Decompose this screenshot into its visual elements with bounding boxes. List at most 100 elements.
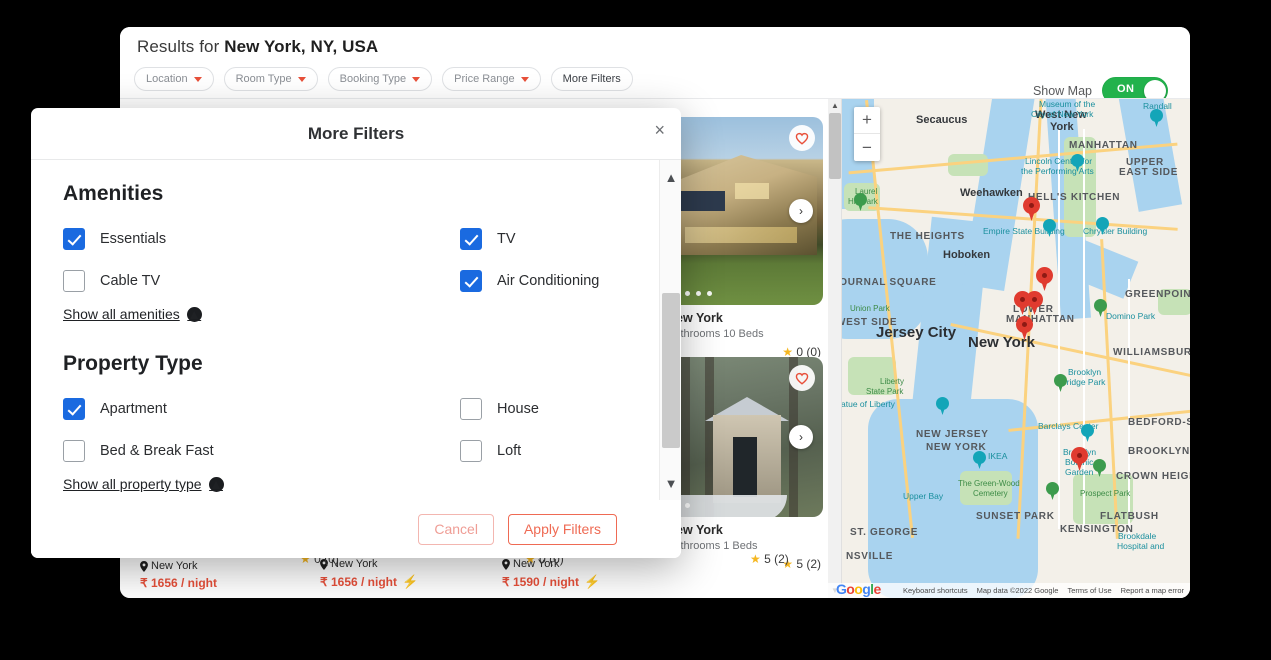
filter-chip-price-range[interactable]: Price Range	[442, 67, 541, 91]
map-listing-pin[interactable]	[1016, 316, 1033, 340]
listing-info: New York Bathrooms 1 Beds ★ 5 (2)	[665, 517, 823, 571]
filter-chip-location[interactable]: Location	[134, 67, 214, 91]
show-all-amenities-link[interactable]: Show all amenities ▲	[63, 306, 202, 322]
map-label: Hoboken	[943, 249, 991, 261]
property-type-heading: Property Type	[63, 352, 203, 375]
amenity-option-essentials[interactable]: Essentials	[63, 228, 460, 250]
map-listing-pin[interactable]	[1026, 291, 1043, 315]
map-label: ST. GEORGE	[850, 527, 919, 538]
map-label: BROOKLYN	[1128, 446, 1190, 457]
favorite-heart-icon[interactable]	[789, 125, 815, 151]
map-listing-pin[interactable]	[1036, 267, 1053, 291]
listing-meta: Bathrooms 10 Beds	[667, 328, 764, 340]
listing-card[interactable]: › New York Bathrooms 10 Beds ★ 0 (0)	[665, 117, 823, 359]
amenity-option-air-conditioning[interactable]: Air Conditioning	[460, 270, 651, 292]
checkbox-tv[interactable]	[460, 228, 482, 250]
next-photo-icon[interactable]: ›	[789, 425, 813, 449]
amenity-option-cable-tv[interactable]: Cable TV	[63, 270, 460, 292]
show-all-property-type-link[interactable]: Show all property type ▲	[63, 476, 224, 492]
favorite-heart-icon[interactable]	[789, 365, 815, 391]
show-all-amenities-label: Show all amenities	[63, 306, 180, 322]
map-poi-pin[interactable]	[1071, 154, 1084, 172]
map-label: Liberty	[880, 377, 905, 386]
property-type-options: Apartment House Bed & Break Fast Loft	[63, 398, 651, 462]
filter-chip-room-type[interactable]: Room Type	[223, 67, 318, 91]
terms-of-use-link[interactable]: Terms of Use	[1067, 586, 1111, 595]
map-attribution-bar: Google Keyboard shortcuts Map data ©2022…	[828, 581, 1190, 598]
star-icon: ★	[750, 552, 761, 566]
show-all-property-type-label: Show all property type	[63, 476, 202, 492]
listing-title: New York	[667, 311, 723, 325]
checkbox-loft[interactable]	[460, 440, 482, 462]
map-label: BEDFORD-STUYVES	[1128, 417, 1190, 428]
chevron-down-icon	[193, 76, 202, 82]
map-label: City of New York	[1031, 109, 1094, 119]
map-poi-pin[interactable]	[1046, 482, 1059, 500]
map-poi-pin[interactable]	[854, 193, 867, 211]
map-label: NSVILLE	[846, 551, 894, 562]
scrollbar-thumb[interactable]	[829, 113, 841, 179]
next-photo-icon[interactable]: ›	[789, 199, 813, 223]
map-poi-pin[interactable]	[973, 451, 986, 469]
map-scrollbar[interactable]: ▲ ▼	[828, 99, 842, 598]
checkbox-bed-and-breakfast[interactable]	[63, 440, 85, 462]
map-poi-pin[interactable]	[1093, 459, 1106, 477]
map-listing-pin[interactable]	[1023, 197, 1040, 221]
results-prefix: Results for	[137, 37, 220, 56]
property-option-loft[interactable]: Loft	[460, 440, 651, 462]
filter-chip-more-filters[interactable]: More Filters	[550, 67, 633, 91]
map-poi-pin[interactable]	[1150, 109, 1163, 127]
listing-card[interactable]: › New York Bathrooms 1 Beds ★ 5 (2)	[665, 357, 823, 571]
map-label: Domino Park	[1106, 311, 1156, 321]
listing-rating: ★ 5 (2)	[667, 557, 821, 571]
property-option-apartment[interactable]: Apartment	[63, 398, 460, 420]
cancel-button[interactable]: Cancel	[418, 513, 494, 545]
map-label: Prospect Park	[1080, 489, 1131, 498]
map-poi-pin[interactable]	[1054, 374, 1067, 392]
scroll-up-icon[interactable]: ▲	[660, 164, 681, 190]
map-poi-pin[interactable]	[1094, 299, 1107, 317]
map-label: Chrysler Building	[1083, 226, 1148, 236]
checkbox-cable-tv[interactable]	[63, 270, 85, 292]
map-poi-pin[interactable]	[1043, 219, 1056, 237]
scroll-up-icon[interactable]: ▲	[830, 101, 840, 111]
scroll-down-icon[interactable]: ▼	[660, 470, 681, 496]
zoom-out-button[interactable]: −	[854, 134, 880, 161]
filter-chip-booking-type[interactable]: Booking Type	[327, 67, 433, 91]
map-panel[interactable]: Secaucus West New York Museum of the City of…	[828, 99, 1190, 598]
property-option-house[interactable]: House	[460, 398, 651, 420]
checkbox-house[interactable]	[460, 398, 482, 420]
checkbox-apartment[interactable]	[63, 398, 85, 420]
amenities-options: Essentials TV Cable TV Air Conditioning	[63, 228, 651, 292]
property-option-bed-and-breakfast[interactable]: Bed & Break Fast	[63, 440, 460, 462]
keyboard-shortcuts-link[interactable]: Keyboard shortcuts	[903, 586, 968, 595]
listing-location: New York	[320, 558, 478, 570]
map-label: CROWN HEIGHTS	[1116, 471, 1190, 482]
listing-photo[interactable]: ›	[665, 117, 823, 305]
map-label: IKEA	[988, 451, 1008, 461]
map-label: Museum of the	[1039, 99, 1096, 109]
listing-info: New York Bathrooms 10 Beds ★ 0 (0)	[665, 305, 823, 359]
close-icon[interactable]: ×	[654, 121, 665, 139]
checkbox-essentials[interactable]	[63, 228, 85, 250]
map-listing-pin[interactable]	[1071, 447, 1088, 471]
zoom-in-button[interactable]: +	[854, 107, 880, 134]
listing-photo[interactable]: ›	[665, 357, 823, 517]
property-label-apartment: Apartment	[100, 401, 167, 417]
amenity-option-tv[interactable]: TV	[460, 228, 651, 250]
map-poi-pin[interactable]	[1096, 217, 1109, 235]
report-map-error-link[interactable]: Report a map error	[1121, 586, 1184, 595]
listing-rating-value: 5 (2)	[796, 557, 821, 571]
modal-scrollbar[interactable]: ▲ ▼	[659, 160, 681, 500]
map-label: WILLIAMSBURG	[1113, 347, 1190, 358]
photo-shape	[679, 191, 725, 211]
map-label: Statue of Liberty	[833, 399, 895, 409]
results-location: New York, NY, USA	[224, 37, 379, 56]
scrollbar-thumb[interactable]	[662, 293, 680, 448]
map-poi-pin[interactable]	[936, 397, 949, 415]
map-poi-pin[interactable]	[1081, 424, 1094, 442]
chevron-down-icon	[297, 76, 306, 82]
checkbox-air-conditioning[interactable]	[460, 270, 482, 292]
map-label: Brookdale	[1118, 531, 1157, 541]
apply-filters-button[interactable]: Apply Filters	[507, 513, 617, 545]
